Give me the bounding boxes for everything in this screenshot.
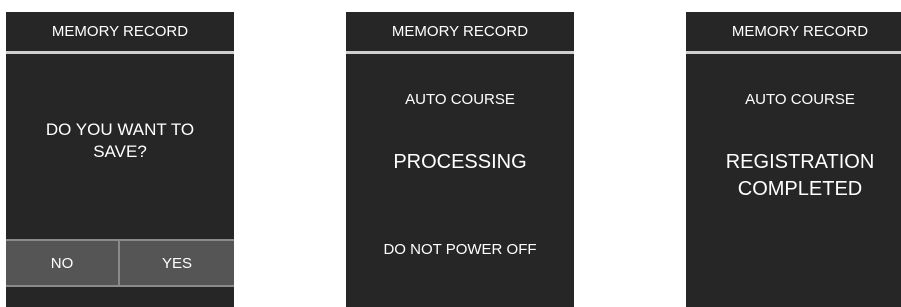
save-prompt-line-2: SAVE? [93,142,147,161]
screen-header: MEMORY RECORD [51,23,189,40]
completed-status-line-1: REGISTRATION [725,151,875,173]
processing-status: PROCESSING [393,151,527,173]
button-row: NO YES [6,239,234,287]
completed-status-line-2: COMPLETED [737,178,863,200]
screen-header: MEMORY RECORD [391,23,529,40]
power-warning: DO NOT POWER OFF [383,241,537,258]
yes-button[interactable]: YES [120,241,234,285]
course-subtitle: AUTO COURSE [405,91,515,108]
completed-screen: MEMORY RECORD AUTO COURSE REGISTRATION C… [686,12,901,307]
no-button[interactable]: NO [6,241,118,285]
save-confirm-screen: MEMORY RECORD DO YOU WANT TO SAVE? NO YE… [6,12,234,307]
header-divider [6,51,234,54]
header-divider [686,51,901,54]
header-divider [346,51,574,54]
processing-screen: MEMORY RECORD AUTO COURSE PROCESSING DO … [346,12,574,307]
course-subtitle: AUTO COURSE [745,91,855,108]
save-prompt-line-1: DO YOU WANT TO [45,120,195,139]
screen-header: MEMORY RECORD [731,23,869,40]
